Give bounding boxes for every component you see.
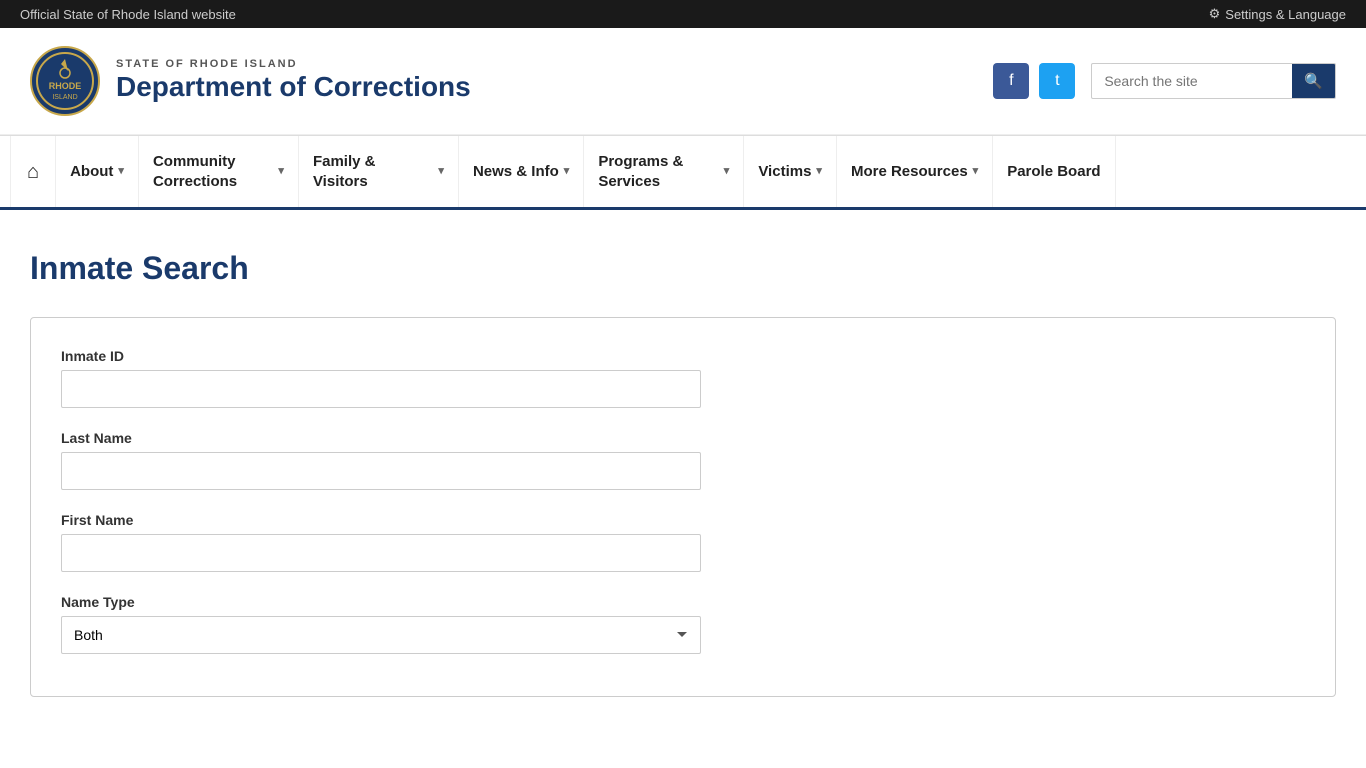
nav-item-programs-services[interactable]: Programs & Services ▾ [584,136,744,207]
home-icon: ⌂ [27,159,39,185]
site-header: RHODE ISLAND STATE OF RHODE ISLAND Depar… [0,28,1366,135]
header-right: f t 🔍 [993,63,1336,99]
svg-text:ISLAND: ISLAND [52,94,77,101]
dept-label: Department of Corrections [116,70,471,104]
settings-language-button[interactable]: ⚙ Settings & Language [1209,6,1346,22]
facebook-letter: f [1009,72,1013,90]
search-input[interactable] [1092,65,1292,97]
header-branding: RHODE ISLAND STATE OF RHODE ISLAND Depar… [30,46,471,116]
nav-item-about[interactable]: About ▾ [56,136,139,207]
name-type-select[interactable]: Both Legal Alias [61,616,701,654]
state-logo: RHODE ISLAND [30,46,100,116]
chevron-down-icon: ▾ [278,164,284,178]
facebook-icon[interactable]: f [993,63,1029,99]
name-type-group: Name Type Both Legal Alias [61,594,1305,654]
nav-item-more-resources[interactable]: More Resources ▾ [837,136,993,207]
header-title-block: STATE OF RHODE ISLAND Department of Corr… [116,58,471,104]
inmate-id-label: Inmate ID [61,348,1305,364]
chevron-down-icon: ▾ [438,164,444,178]
search-button[interactable]: 🔍 [1292,64,1335,98]
name-type-label: Name Type [61,594,1305,610]
nav-item-parole-board[interactable]: Parole Board [993,136,1115,207]
page-title: Inmate Search [30,250,1336,287]
first-name-label: First Name [61,512,1305,528]
name-type-select-wrap: Both Legal Alias [61,616,701,654]
nav-community-corrections-label: Community Corrections [153,152,273,191]
chevron-down-icon: ▾ [724,164,730,178]
last-name-label: Last Name [61,430,1305,446]
chevron-down-icon: ▾ [564,164,570,178]
nav-parole-board-label: Parole Board [1007,162,1100,182]
nav-item-community-corrections[interactable]: Community Corrections ▾ [139,136,299,207]
last-name-input[interactable] [61,452,701,490]
nav-about-label: About [70,162,113,182]
last-name-group: Last Name [61,430,1305,490]
settings-area: ⚙ Settings & Language [1209,6,1346,22]
main-nav: ⌂ About ▾ Community Corrections ▾ Family… [0,135,1366,210]
state-label: STATE OF RHODE ISLAND [116,58,471,70]
nav-family-visitors-label: Family & Visitors [313,152,433,191]
nav-item-family-visitors[interactable]: Family & Visitors ▾ [299,136,459,207]
nav-programs-services-label: Programs & Services [598,152,718,191]
first-name-input[interactable] [61,534,701,572]
chevron-down-icon: ▾ [816,164,822,178]
top-bar: Official State of Rhode Island website ⚙… [0,0,1366,28]
nav-item-victims[interactable]: Victims ▾ [744,136,837,207]
inmate-search-form: Inmate ID Last Name First Name Name Type… [30,317,1336,697]
gear-icon: ⚙ [1209,6,1221,22]
nav-more-resources-label: More Resources [851,162,968,182]
nav-home[interactable]: ⌂ [10,136,56,207]
official-text: Official State of Rhode Island website [20,7,236,22]
chevron-down-icon: ▾ [118,164,124,178]
first-name-group: First Name [61,512,1305,572]
inmate-id-input[interactable] [61,370,701,408]
twitter-letter: t [1055,72,1059,90]
nav-news-info-label: News & Info [473,162,559,182]
main-content: Inmate Search Inmate ID Last Name First … [0,210,1366,727]
inmate-id-group: Inmate ID [61,348,1305,408]
nav-list: ⌂ About ▾ Community Corrections ▾ Family… [10,136,1356,207]
nav-victims-label: Victims [758,162,811,182]
twitter-icon[interactable]: t [1039,63,1075,99]
chevron-down-icon: ▾ [973,164,979,178]
svg-text:RHODE: RHODE [49,81,82,91]
search-form: 🔍 [1091,63,1336,99]
social-icons: f t [993,63,1075,99]
settings-label: Settings & Language [1225,7,1346,22]
nav-item-news-info[interactable]: News & Info ▾ [459,136,584,207]
